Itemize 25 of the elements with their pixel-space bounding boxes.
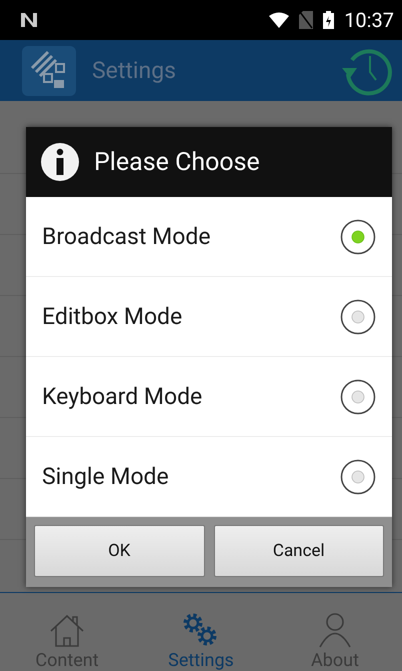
radio-button[interactable] <box>340 298 376 334</box>
option-label: Editbox Mode <box>42 303 182 330</box>
app-bar-title: Settings <box>92 57 176 84</box>
radio-button[interactable] <box>340 218 376 254</box>
app-logo-icon <box>22 46 76 96</box>
dialog-button[interactable]: OK <box>34 525 204 577</box>
dialog-button[interactable]: Cancel <box>214 525 384 577</box>
battery-icon <box>323 11 334 29</box>
option-row[interactable]: Keyboard Mode <box>26 357 392 437</box>
dialog-title: Please Choose <box>94 148 260 176</box>
option-row[interactable]: Broadcast Mode <box>26 197 392 277</box>
status-time: 10:37 <box>344 8 394 32</box>
no-sim-icon <box>299 11 314 29</box>
option-label: Keyboard Mode <box>42 383 202 410</box>
option-label: Single Mode <box>42 463 169 490</box>
notification-icon <box>20 12 38 28</box>
person-icon <box>317 612 353 648</box>
house-icon <box>49 614 85 648</box>
radio-button[interactable] <box>340 458 376 494</box>
option-label: Broadcast Mode <box>42 223 211 250</box>
wifi-icon <box>269 12 290 28</box>
option-row[interactable]: Editbox Mode <box>26 277 392 357</box>
option-row[interactable]: Single Mode <box>26 437 392 517</box>
info-icon <box>40 142 80 182</box>
radio-button[interactable] <box>340 378 376 414</box>
